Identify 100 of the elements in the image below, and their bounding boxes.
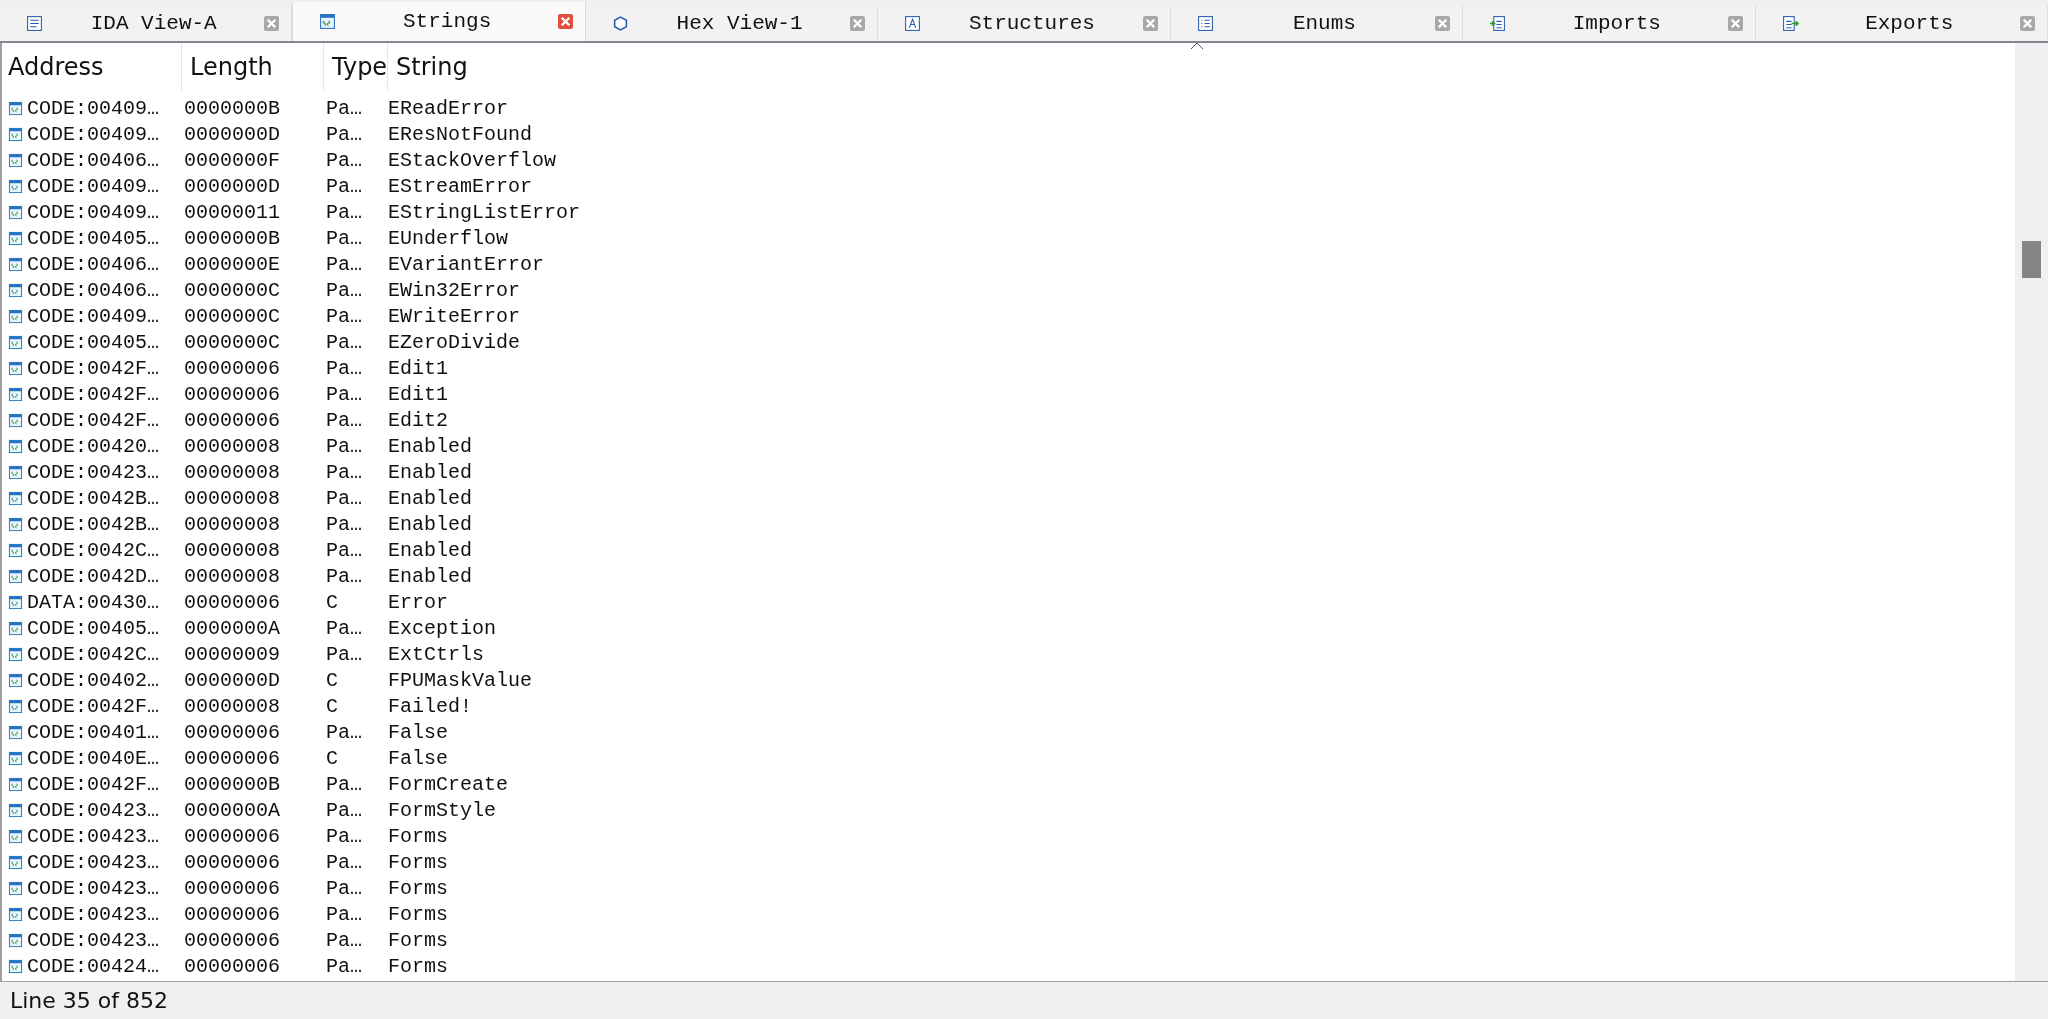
address-cell: CODE:0042F… bbox=[27, 694, 160, 718]
type-cell-text: Pa… bbox=[325, 902, 363, 926]
address-cell: CODE:0040E… bbox=[27, 746, 160, 770]
type-cell-text: Pa… bbox=[325, 408, 363, 432]
column-header[interactable]: Length bbox=[182, 43, 324, 91]
address-cell: CODE:00402… bbox=[27, 668, 160, 692]
length-cell-text: 00000006 bbox=[183, 824, 281, 848]
string-cell: EVariantError bbox=[388, 252, 545, 276]
length-cell-text: 00000011 bbox=[183, 200, 281, 224]
address-cell: CODE:00406… bbox=[27, 148, 160, 172]
string-cell: EWriteError bbox=[388, 304, 521, 328]
string-cell: EStreamError bbox=[388, 174, 533, 198]
string-cell: False bbox=[388, 746, 448, 770]
address-cell: CODE:00423… bbox=[27, 798, 160, 822]
document-icon bbox=[26, 15, 43, 32]
string-cell: Edit1 bbox=[388, 382, 448, 406]
tab-label[interactable]: Structures bbox=[921, 12, 1143, 35]
length-cell-text: 0000000B bbox=[183, 96, 281, 120]
string-cell: FormCreate bbox=[388, 772, 509, 796]
address-cell: CODE:00406… bbox=[27, 252, 160, 276]
type-cell-text: Pa… bbox=[325, 200, 363, 224]
address-cell: CODE:00423… bbox=[27, 850, 160, 874]
length-cell-text: 00000006 bbox=[183, 356, 281, 380]
address-cell: CODE:00424… bbox=[27, 954, 160, 978]
string-icon bbox=[8, 126, 23, 142]
tab-label[interactable]: Exports bbox=[1798, 12, 2020, 35]
close-icon[interactable] bbox=[557, 14, 573, 29]
address-cell: CODE:00423… bbox=[27, 902, 160, 926]
column-header[interactable]: Type bbox=[324, 43, 388, 91]
string-cell: Enabled bbox=[388, 486, 472, 510]
string-cell: Edit1 bbox=[388, 356, 448, 380]
string-icon bbox=[8, 308, 23, 324]
string-cell: EZeroDivide bbox=[388, 330, 521, 354]
tab[interactable]: Strings bbox=[292, 2, 586, 41]
address-cell: CODE:00401… bbox=[27, 720, 160, 744]
string-cell: ExtCtrls bbox=[388, 642, 484, 666]
tab-label[interactable]: Imports bbox=[1506, 12, 1728, 35]
address-cell: CODE:00405… bbox=[27, 616, 160, 640]
string-cell: FormStyle bbox=[388, 798, 497, 822]
address-cell: CODE:00405… bbox=[27, 330, 160, 354]
length-cell-text: 00000006 bbox=[183, 382, 281, 406]
close-icon[interactable] bbox=[2019, 16, 2035, 31]
type-cell-text: C bbox=[325, 668, 339, 692]
address-cell: CODE:0042C… bbox=[27, 538, 160, 562]
type-cell-text: Pa… bbox=[325, 226, 363, 250]
string-icon bbox=[8, 542, 23, 558]
string-icon bbox=[8, 620, 23, 636]
scrollbar[interactable] bbox=[2015, 43, 2048, 981]
string-cell: Enabled bbox=[388, 434, 472, 458]
hexagon-icon bbox=[611, 15, 629, 32]
column-header[interactable]: String bbox=[388, 43, 468, 91]
close-icon[interactable] bbox=[264, 16, 280, 31]
string-cell: Forms bbox=[388, 876, 448, 900]
length-cell-text: 0000000C bbox=[183, 330, 281, 354]
tab-label[interactable]: Hex View-1 bbox=[628, 12, 851, 35]
type-cell-text: Pa… bbox=[325, 642, 363, 666]
length-cell-text: 00000006 bbox=[183, 902, 281, 926]
type-cell-text: Pa… bbox=[325, 304, 363, 328]
address-cell: CODE:00423… bbox=[27, 460, 160, 484]
tab-label[interactable]: IDA View-A bbox=[43, 12, 265, 35]
string-cell: Failed! bbox=[388, 694, 472, 718]
close-icon[interactable] bbox=[1435, 16, 1451, 31]
string-icon bbox=[8, 646, 23, 662]
close-icon[interactable] bbox=[1142, 16, 1158, 31]
string-icon bbox=[8, 516, 23, 532]
length-cell-text: 00000006 bbox=[183, 928, 281, 952]
length-cell-text: 00000008 bbox=[183, 564, 281, 588]
string-icon bbox=[8, 958, 23, 974]
length-cell-text: 0000000F bbox=[183, 148, 281, 172]
address-cell: CODE:00406… bbox=[27, 278, 160, 302]
type-cell-text: Pa… bbox=[325, 278, 363, 302]
string-cell: EStringListError bbox=[388, 200, 581, 224]
string-cell: EReadError bbox=[388, 96, 509, 120]
tab-label[interactable]: Enums bbox=[1213, 12, 1436, 35]
import-icon bbox=[1489, 15, 1507, 32]
length-cell-text: 0000000D bbox=[183, 174, 281, 198]
type-cell-text: Pa… bbox=[325, 850, 363, 874]
type-cell-text: Pa… bbox=[325, 382, 363, 406]
string-icon bbox=[8, 230, 23, 246]
string-icon bbox=[8, 100, 23, 116]
list-icon bbox=[1196, 15, 1214, 32]
string-icon bbox=[8, 698, 23, 714]
length-cell-text: 00000008 bbox=[183, 538, 281, 562]
close-icon[interactable] bbox=[1727, 16, 1743, 31]
string-cell: EUnderflow bbox=[388, 226, 509, 250]
address-cell: CODE:0042F… bbox=[27, 356, 160, 380]
tab-label[interactable]: Strings bbox=[336, 10, 558, 33]
type-cell-text: C bbox=[325, 746, 339, 770]
type-cell-text: Pa… bbox=[325, 122, 363, 146]
type-cell-text: Pa… bbox=[325, 148, 363, 172]
type-cell-text: Pa… bbox=[325, 96, 363, 120]
length-cell-text: 00000008 bbox=[183, 434, 281, 458]
string-icon bbox=[8, 932, 23, 948]
string-icon bbox=[8, 724, 23, 740]
type-cell-text: Pa… bbox=[325, 928, 363, 952]
close-icon[interactable] bbox=[850, 16, 866, 31]
column-header[interactable]: Address bbox=[2, 43, 182, 91]
string-cell: Forms bbox=[388, 850, 448, 874]
address-cell: CODE:00423… bbox=[27, 824, 160, 848]
scrollbar-thumb[interactable] bbox=[2022, 241, 2041, 278]
